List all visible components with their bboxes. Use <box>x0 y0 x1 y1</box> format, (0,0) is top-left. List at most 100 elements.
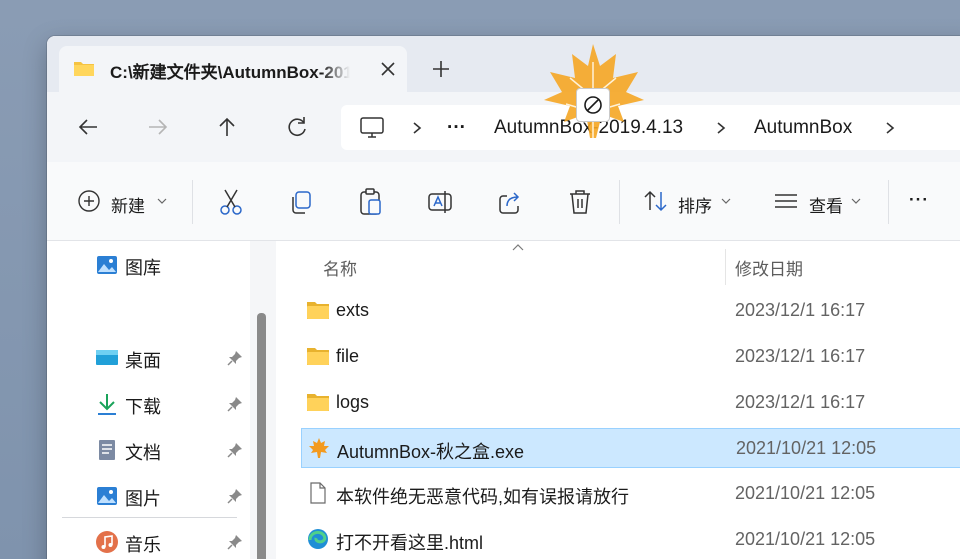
file-date: 2021/10/21 12:05 <box>735 529 876 549</box>
file-name: exts <box>336 300 370 320</box>
tab-strip: C:\新建文件夹\AutumnBox-2019.4.13 <box>47 36 960 92</box>
plus-circle-icon <box>78 190 100 212</box>
file-list: 名称 修改日期 exts 2023/12/1 16:17 file 2023/1… <box>276 241 960 559</box>
tab-current-folder[interactable]: C:\新建文件夹\AutumnBox-2019.4.13 <box>59 46 407 92</box>
file-row-exts[interactable]: exts 2023/12/1 16:17 <box>301 291 960 331</box>
sort-arrows-icon <box>644 190 667 212</box>
computer-icon[interactable] <box>359 116 385 140</box>
chevron-down-icon <box>721 198 731 204</box>
breadcrumb-segment-2[interactable]: AutumnBox <box>754 117 852 141</box>
column-header-name[interactable]: 名称 <box>323 255 357 280</box>
command-bar: 新建 排序 查看 ··· <box>47 162 960 241</box>
download-icon <box>98 394 116 415</box>
column-divider[interactable] <box>725 249 726 285</box>
chevron-down-icon <box>851 198 861 204</box>
chevron-right-icon[interactable] <box>409 118 425 138</box>
chevron-down-icon <box>157 198 167 204</box>
sort-label: 排序 <box>678 197 712 216</box>
navigation-pane: 图库 桌面 下载 文档 图片 音乐 <box>47 241 262 559</box>
view-list-icon <box>775 194 797 208</box>
folder-icon <box>307 302 329 319</box>
back-arrow-icon[interactable] <box>75 114 101 140</box>
breadcrumb-ellipsis[interactable]: ··· <box>447 117 466 141</box>
cut-scissors-icon[interactable] <box>218 188 244 216</box>
sort-button[interactable]: 排序 <box>643 188 739 216</box>
forward-arrow-icon[interactable] <box>145 114 171 140</box>
file-icon <box>310 482 326 504</box>
document-icon <box>99 440 115 460</box>
more-options-button[interactable]: ··· <box>907 188 939 216</box>
column-header-modified[interactable]: 修改日期 <box>735 255 803 280</box>
copy-icon[interactable] <box>288 188 314 216</box>
file-name: 打不开看这里.html <box>336 533 484 553</box>
nav-label: 图片 <box>125 489 161 509</box>
paste-clipboard-icon[interactable] <box>358 188 384 216</box>
file-name: file <box>336 346 360 366</box>
file-date: 2023/12/1 16:17 <box>735 346 866 366</box>
file-date: 2021/10/21 12:05 <box>736 438 877 458</box>
more-options-label: ··· <box>909 190 929 209</box>
tab-title: C:\新建文件夹\AutumnBox-2019.4.13 <box>110 63 350 80</box>
delete-trash-icon[interactable] <box>567 188 593 216</box>
desktop-icon <box>96 350 118 365</box>
share-icon[interactable] <box>497 188 523 216</box>
nav-label: 文档 <box>125 443 161 463</box>
refresh-icon[interactable] <box>284 114 310 140</box>
file-date: 2021/10/21 12:05 <box>735 483 876 503</box>
toolbar-divider <box>192 180 193 224</box>
chevron-right-icon[interactable] <box>882 118 898 138</box>
nav-label: 桌面 <box>125 351 161 371</box>
file-row-readme[interactable]: 本软件绝无恶意代码,如有误报请放行 2021/10/21 12:05 <box>301 474 960 514</box>
file-row-logs[interactable]: logs 2023/12/1 16:17 <box>301 383 960 423</box>
rename-icon[interactable] <box>427 188 453 216</box>
nav-label: 下载 <box>125 397 161 417</box>
chevron-right-icon[interactable] <box>713 118 729 138</box>
nav-label: 音乐 <box>125 535 161 555</box>
file-row-html[interactable]: 打不开看这里.html 2021/10/21 12:05 <box>301 520 960 559</box>
nav-item-documents[interactable]: 文档 <box>95 437 255 465</box>
file-name: logs <box>336 392 370 412</box>
gallery-icon <box>97 256 117 274</box>
sort-ascending-caret-icon <box>512 244 524 251</box>
toolbar-divider <box>619 180 620 224</box>
nav-item-music[interactable]: 音乐 <box>95 529 255 557</box>
file-explorer-window: C:\新建文件夹\AutumnBox-2019.4.13 <box>47 36 960 559</box>
navigation-bar: ··· AutumnBox-2019.4.13 AutumnBox <box>47 92 960 162</box>
file-name: 本软件绝无恶意代码,如有误报请放行 <box>336 487 629 507</box>
nav-item-desktop[interactable]: 桌面 <box>95 345 255 373</box>
up-arrow-icon[interactable] <box>214 114 240 140</box>
nav-label: 图库 <box>125 258 161 278</box>
edge-icon <box>308 529 328 549</box>
folder-icon <box>74 62 94 76</box>
drag-not-allowed-badge <box>576 88 610 122</box>
file-date: 2023/12/1 16:17 <box>735 300 866 320</box>
new-label: 新建 <box>111 197 145 216</box>
nav-divider <box>62 517 237 518</box>
music-icon <box>96 531 118 553</box>
maple-leaf-icon <box>309 438 329 458</box>
close-icon[interactable] <box>377 58 399 80</box>
pin-icon[interactable] <box>227 488 243 504</box>
not-allowed-icon <box>584 96 602 114</box>
file-row-autumnbox-exe[interactable]: AutumnBox-秋之盒.exe 2021/10/21 12:05 <box>301 428 960 468</box>
new-button[interactable]: 新建 <box>77 188 172 216</box>
pin-icon[interactable] <box>227 442 243 458</box>
file-row-file[interactable]: file 2023/12/1 16:17 <box>301 337 960 377</box>
folder-icon <box>307 348 329 365</box>
folder-icon <box>307 394 329 411</box>
file-date: 2023/12/1 16:17 <box>735 392 866 412</box>
pictures-icon <box>97 487 117 505</box>
pin-icon[interactable] <box>227 396 243 412</box>
view-button[interactable]: 查看 <box>774 188 874 216</box>
new-tab-plus-icon[interactable] <box>430 58 452 80</box>
file-name: AutumnBox-秋之盒.exe <box>337 442 525 462</box>
nav-item-downloads[interactable]: 下载 <box>95 391 255 419</box>
pin-icon[interactable] <box>227 534 243 550</box>
nav-scrollbar-thumb[interactable] <box>257 313 266 559</box>
toolbar-divider <box>888 180 889 224</box>
nav-item-pictures[interactable]: 图片 <box>95 483 255 511</box>
nav-item-gallery[interactable]: 图库 <box>95 252 255 280</box>
view-label: 查看 <box>809 197 843 216</box>
pin-icon[interactable] <box>227 350 243 366</box>
address-bar[interactable]: ··· AutumnBox-2019.4.13 AutumnBox <box>341 105 960 150</box>
